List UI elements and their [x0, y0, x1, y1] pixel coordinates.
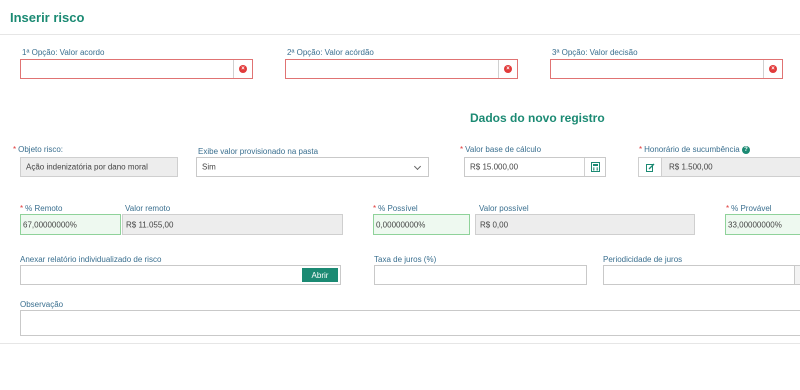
edit-icon [645, 163, 654, 172]
provavel-pct-value: 33,00000000% [728, 220, 782, 229]
provavel-pct-label: *% Provável [726, 204, 772, 213]
possivel-pct-label-text: % Possível [378, 204, 418, 213]
honorario-label: * Honorário de sucumbência ? [639, 145, 750, 154]
clear-circle-icon: × [504, 65, 512, 73]
valor-remoto-field: R$ 11.055,00 [122, 214, 343, 235]
required-mark: * [373, 204, 377, 213]
honorario-label-text: Honorário de sucumbência [644, 145, 740, 154]
anexar-label: Anexar relatório individualizado de risc… [20, 255, 162, 264]
clear-circle-icon: × [239, 65, 247, 73]
calculator-button[interactable] [584, 158, 605, 176]
valor-base-label-text: Valor base de cálculo [465, 145, 542, 154]
remoto-pct-label: *% Remoto [20, 204, 62, 213]
exibe-valor-select[interactable]: Sim [196, 157, 429, 177]
header-divider [0, 34, 800, 35]
remoto-pct-value: 67,00000000% [23, 220, 77, 229]
possivel-pct-input[interactable]: 0,00000000% [373, 214, 470, 235]
calculator-icon [590, 162, 600, 172]
option-1-clear-button[interactable]: × [233, 60, 252, 78]
chevron-down-icon [413, 162, 422, 171]
option-2-label: 2ª Opção: Valor acórdão [287, 48, 374, 57]
page-title: Inserir risco [10, 10, 85, 25]
required-mark: * [460, 145, 464, 154]
periodicidade-select[interactable] [603, 265, 800, 285]
valor-possivel-label: Valor possível [479, 204, 529, 213]
periodicidade-label: Periodicidade de juros [603, 255, 683, 264]
option-3-label: 3ª Opção: Valor decisão [552, 48, 638, 57]
honorario-value: R$ 1.500,00 [669, 162, 713, 172]
exibe-valor-value: Sim [202, 162, 216, 172]
help-icon[interactable]: ? [741, 145, 750, 154]
option-1-label: 1ª Opção: Valor acordo [22, 48, 105, 57]
required-mark: * [20, 204, 24, 213]
honorario-field: R$ 1.500,00 [638, 157, 800, 177]
valor-remoto-value: R$ 11.055,00 [126, 220, 174, 229]
objeto-risco-value: Ação indenizatória por dano moral [26, 162, 148, 172]
valor-possivel-field: R$ 0,00 [475, 214, 695, 235]
option-3-clear-button[interactable]: × [763, 60, 782, 78]
section-title: Dados do novo registro [470, 111, 605, 125]
edit-button[interactable] [639, 158, 662, 176]
possivel-pct-label: *% Possível [373, 204, 418, 213]
footer-divider [0, 343, 800, 344]
required-mark: * [639, 145, 643, 154]
valor-base-input[interactable]: R$ 15.000,00 [464, 157, 606, 177]
required-mark: * [13, 145, 17, 154]
taxa-juros-label: Taxa de juros (%) [374, 255, 437, 264]
option-1-input[interactable]: × [20, 59, 253, 79]
possivel-pct-value: 0,00000000% [376, 220, 426, 229]
option-2-input[interactable]: × [285, 59, 518, 79]
remoto-pct-input[interactable]: 67,00000000% [20, 214, 121, 235]
valor-base-label: * Valor base de cálculo [460, 145, 541, 154]
clear-circle-icon: × [769, 65, 777, 73]
valor-remoto-label: Valor remoto [125, 204, 171, 213]
objeto-risco-label: * Objeto risco: [13, 145, 63, 154]
objeto-risco-label-text: Objeto risco: [18, 145, 64, 154]
observacao-label: Observação [20, 300, 64, 309]
objeto-risco-field: Ação indenizatória por dano moral [20, 157, 178, 177]
periodicidade-addon[interactable] [794, 266, 800, 284]
exibe-valor-label: Exibe valor provisionado na pasta [198, 147, 319, 156]
observacao-textarea[interactable] [20, 310, 800, 336]
provavel-pct-input[interactable]: 33,00000000% [725, 214, 800, 235]
remoto-pct-label-text: % Remoto [25, 204, 63, 213]
option-3-input[interactable]: × [550, 59, 783, 79]
option-2-clear-button[interactable]: × [498, 60, 517, 78]
valor-base-value: R$ 15.000,00 [470, 162, 519, 172]
provavel-pct-label-text: % Provável [731, 204, 772, 213]
taxa-juros-input[interactable] [374, 265, 587, 285]
abrir-button[interactable]: Abrir [302, 268, 338, 282]
valor-possivel-value: R$ 0,00 [480, 220, 509, 229]
anexar-input[interactable]: Abrir [20, 265, 341, 285]
required-mark: * [726, 204, 730, 213]
